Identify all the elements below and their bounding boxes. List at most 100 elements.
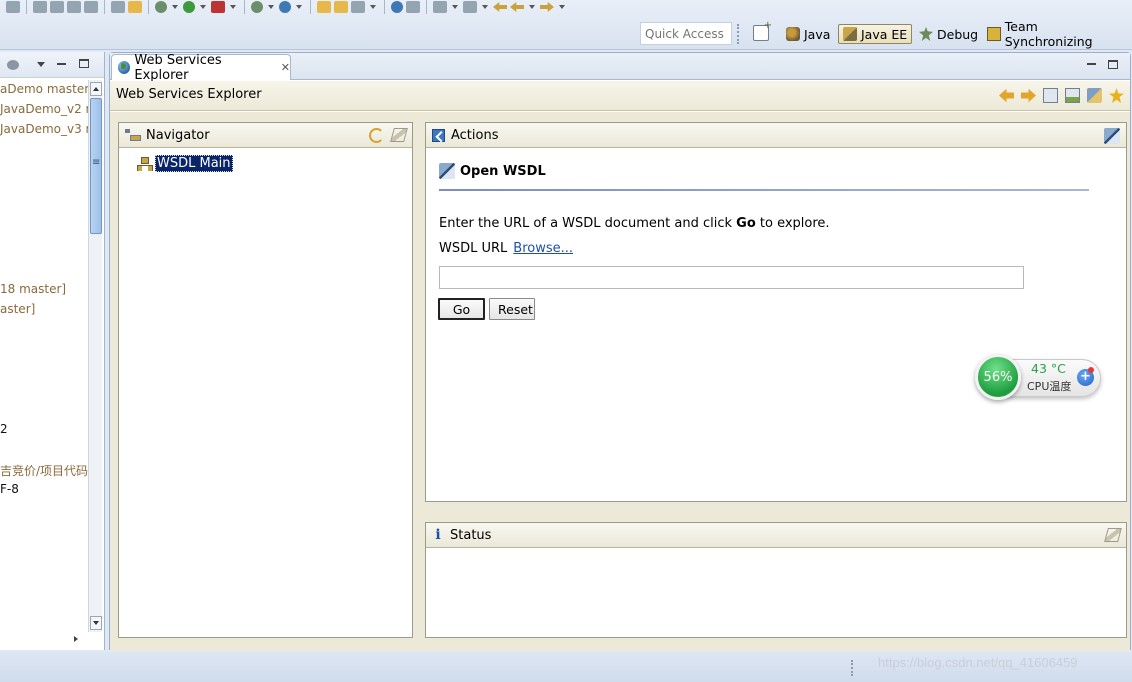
view-icon [7,60,19,70]
navigator-tools [369,128,408,143]
vertical-scrollbar[interactable] [88,80,102,632]
run-dropdown-icon[interactable] [200,5,206,9]
main-toolbar: Java Java EE Debug Team Synchronizing [0,0,1132,50]
maximize-icon[interactable] [79,59,89,68]
browse-link[interactable]: Browse... [513,241,573,256]
globe-icon [118,61,131,74]
editor-tabbar: Web Services Explorer ✕ [110,52,1130,83]
toolbar-separator [104,0,105,14]
perspective-debug-label: Debug [937,26,979,42]
scroll-up-icon[interactable] [90,82,102,96]
tree-item[interactable]: aster] [0,302,35,316]
debug-icon[interactable] [155,1,167,13]
instruction-suffix: to explore. [755,216,830,231]
notification-dot [1088,367,1094,373]
new-icon[interactable] [33,1,47,13]
forward-icon[interactable] [540,2,554,12]
perspective-java[interactable]: Java [781,24,835,44]
toolbar-grip[interactable] [737,24,741,44]
tab-label: Web Services Explorer [134,52,222,83]
tree-item[interactable]: 18 master] [0,282,66,296]
undo-icon[interactable] [67,1,81,13]
minimize-icon[interactable] [57,63,66,65]
cpu-temperature-widget[interactable]: 56% 43 °C CPU温度 + [973,354,1103,402]
search-dropdown-icon[interactable] [370,5,376,9]
tab-web-services-explorer[interactable]: Web Services Explorer ✕ [111,52,291,83]
minimize-icon[interactable] [1087,63,1096,65]
quick-access-input[interactable] [640,22,732,45]
tree-item[interactable]: JavaDemo_v2 m [0,102,88,116]
save-icon[interactable] [6,1,20,13]
wrap-icon[interactable] [111,1,125,13]
next-annotation-dropdown-icon[interactable] [452,5,458,9]
toolbar-separator [310,0,311,14]
browser-icon[interactable] [391,1,403,13]
open-task-icon[interactable] [334,1,348,13]
prev-annotation-icon[interactable] [463,1,477,13]
forward-arrow-icon[interactable] [1021,88,1036,103]
perspective-java-ee[interactable]: Java EE [838,24,913,44]
forward-dropdown-icon[interactable] [559,5,565,9]
external-tools-dropdown-icon[interactable] [230,5,236,9]
wsil-page-icon[interactable] [1065,88,1080,103]
cpu-label: CPU温度 [1027,380,1072,393]
tree-item[interactable]: 吉竞价/项目代码 [0,462,88,479]
scroll-right-icon[interactable] [74,636,78,642]
wsdl-page-icon[interactable] [1087,88,1102,103]
scroll-thumb[interactable] [90,98,102,234]
new-server-icon[interactable] [251,1,263,13]
sync-icon[interactable] [369,128,384,143]
new-web-icon[interactable] [279,1,291,13]
tree-item-wsdl-main[interactable]: WSDL Main [137,155,233,172]
tree-item[interactable]: 2 [0,422,8,436]
clear-status-icon[interactable] [1104,528,1122,542]
navigator-header: Navigator [119,123,412,148]
search-icon[interactable] [351,1,365,13]
next-annotation-icon[interactable] [433,1,447,13]
open-perspective-icon[interactable] [753,20,772,41]
back-arrow-icon[interactable] [999,88,1014,103]
last-edit-icon[interactable] [493,2,507,12]
url-label-row: WSDL URL Browse... [439,241,573,256]
perspective-team-synchronizing[interactable]: Team Synchronizing [982,19,1132,49]
view-menu-icon[interactable] [37,62,45,67]
close-icon[interactable]: ✕ [281,61,290,74]
project-explorer-panel: aDemo master] JavaDemo_v2 m JavaDemo_v3 … [0,52,105,650]
redo-icon[interactable] [84,1,98,13]
wsdl-wizard-icon[interactable] [1104,128,1120,144]
reset-button[interactable]: Reset [489,298,535,320]
perspective-debug[interactable]: Debug [914,24,983,44]
favorites-icon[interactable] [1109,88,1124,103]
go-button[interactable]: Go [438,298,485,320]
wsdl-url-input[interactable] [439,266,1024,289]
status-bar: https://blog.csdn.net/qq_41606459 [0,652,1132,682]
prev-annotation-dropdown-icon[interactable] [482,5,488,9]
status-tools [1104,528,1122,542]
actions-icon [432,128,445,142]
server-icon[interactable] [128,1,142,13]
tree-item[interactable]: aDemo master] [0,82,88,96]
run-icon[interactable] [183,1,195,13]
cpu-temperature: 43 °C [1031,361,1066,376]
new-server-dropdown-icon[interactable] [268,5,274,9]
back-dropdown-icon[interactable] [529,5,535,9]
uddi-page-icon[interactable] [1043,88,1058,103]
explorer-toolbar [999,88,1124,103]
debug-perspective-icon [919,27,933,41]
refactor-icon[interactable] [50,1,64,13]
back-icon[interactable] [510,2,524,12]
clear-icon[interactable] [390,128,408,142]
new-web-dropdown-icon[interactable] [296,5,302,9]
scroll-down-icon[interactable] [90,616,102,630]
open-type-icon[interactable] [317,1,331,13]
tree-item[interactable]: JavaDemo_v3 m [0,122,88,136]
debug-dropdown-icon[interactable] [172,5,178,9]
external-tools-icon[interactable] [211,1,225,13]
tree-item[interactable]: F-8 [0,482,19,496]
annotation-icon[interactable] [406,1,420,13]
maximize-icon[interactable] [1108,60,1118,69]
perspective-java-label: Java [804,26,831,42]
instruction-bold: Go [736,216,756,231]
wsdl-tree-icon [137,156,153,171]
wsdl-wizard-icon [439,163,455,179]
